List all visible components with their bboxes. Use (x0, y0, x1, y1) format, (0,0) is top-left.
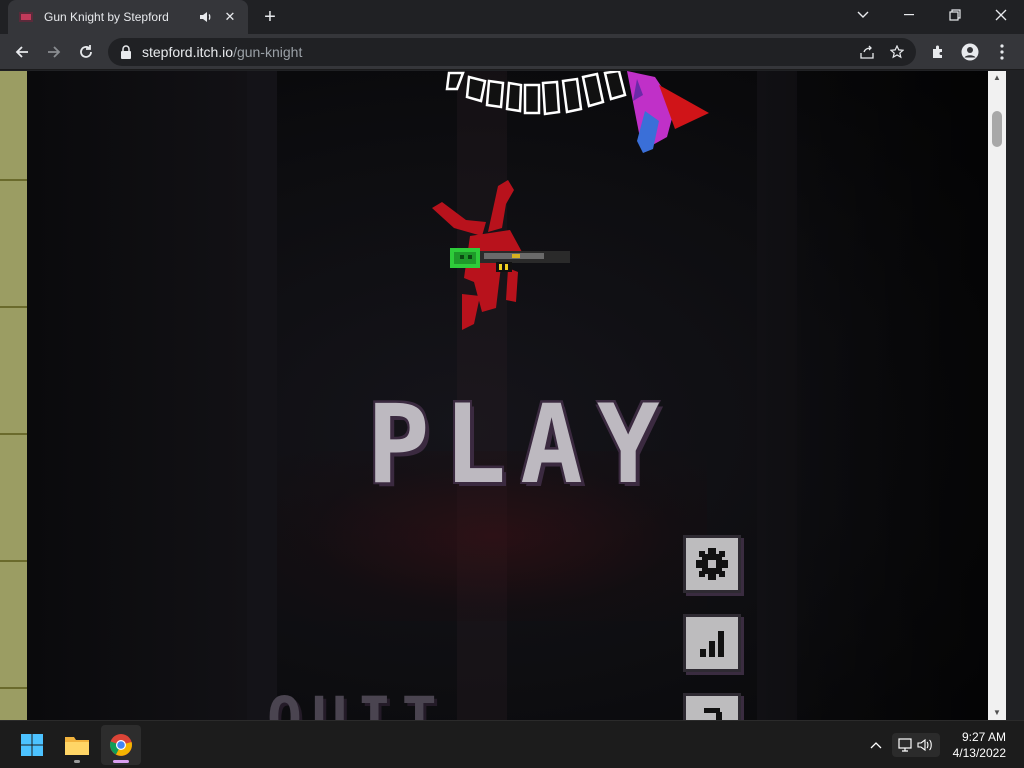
reload-icon[interactable] (74, 40, 98, 64)
leaderboard-button[interactable] (683, 614, 741, 672)
scroll-down-arrow-icon[interactable]: ▼ (988, 706, 1006, 720)
game-canvas[interactable]: PLAY QUIT (27, 71, 1002, 720)
lock-icon[interactable] (120, 45, 132, 59)
tab-strip: Gun Knight by Stepford ✕ + (0, 0, 1024, 34)
forward-icon[interactable] (42, 40, 66, 64)
help-button[interactable] (683, 693, 741, 720)
game-logo (445, 71, 709, 153)
address-bar[interactable]: stepford.itch.io/gun-knight (108, 38, 916, 66)
taskbar: 9:27 AM 4/13/2022 (0, 720, 1024, 768)
file-explorer-icon (65, 737, 89, 755)
restore-icon[interactable] (932, 0, 978, 30)
menu-kebab-icon[interactable] (990, 40, 1014, 64)
quick-settings-button[interactable] (892, 733, 940, 757)
clock-time: 9:27 AM (961, 730, 1006, 744)
settings-icon (696, 548, 728, 580)
right-shadow (752, 71, 1002, 720)
tab-close-icon[interactable]: ✕ (222, 9, 238, 25)
tab-audio-icon[interactable] (198, 9, 214, 25)
back-icon[interactable] (10, 40, 34, 64)
minimize-icon[interactable] (886, 0, 932, 30)
network-icon (898, 738, 912, 752)
clock-date: 4/13/2022 (952, 746, 1006, 760)
file-explorer-button[interactable] (57, 725, 97, 765)
volume-icon (917, 738, 932, 752)
web-page: PLAY QUIT ▲ ▼ (0, 71, 1006, 720)
chrome-button[interactable] (101, 725, 141, 765)
scroll-up-arrow-icon[interactable]: ▲ (988, 71, 1006, 85)
page-side-wall (0, 71, 27, 720)
start-icon (21, 734, 43, 756)
scrollbar-thumb[interactable] (992, 111, 1002, 147)
new-tab-button[interactable]: + (258, 6, 282, 28)
profile-icon[interactable] (958, 40, 982, 64)
close-icon[interactable] (978, 0, 1024, 30)
page-scrollbar[interactable]: ▲ ▼ (988, 71, 1006, 720)
tab-title: Gun Knight by Stepford (44, 10, 169, 24)
itch-favicon-icon (19, 12, 33, 22)
browser-toolbar: stepford.itch.io/gun-knight (0, 34, 1024, 70)
url-text[interactable]: stepford.itch.io/gun-knight (142, 44, 302, 60)
url-path: /gun-knight (233, 44, 303, 60)
help-icon (704, 708, 722, 720)
browser-tab[interactable]: Gun Knight by Stepford ✕ (8, 0, 248, 34)
system-clock[interactable]: 9:27 AM 4/13/2022 (953, 729, 1006, 761)
bookmark-star-icon[interactable] (888, 43, 906, 61)
settings-button[interactable] (683, 535, 741, 593)
play-button[interactable]: PLAY (367, 386, 673, 502)
quit-button[interactable]: QUIT (267, 688, 447, 720)
chrome-icon (109, 734, 132, 756)
player-character (432, 180, 570, 330)
url-host: stepford.itch.io (142, 44, 234, 60)
tray-overflow-chevron-icon[interactable] (866, 733, 886, 757)
leaderboard-icon (700, 631, 724, 657)
share-icon[interactable] (858, 43, 876, 61)
extensions-icon[interactable] (926, 40, 950, 64)
start-button[interactable] (12, 725, 52, 765)
chevron-down-icon[interactable] (840, 0, 886, 30)
